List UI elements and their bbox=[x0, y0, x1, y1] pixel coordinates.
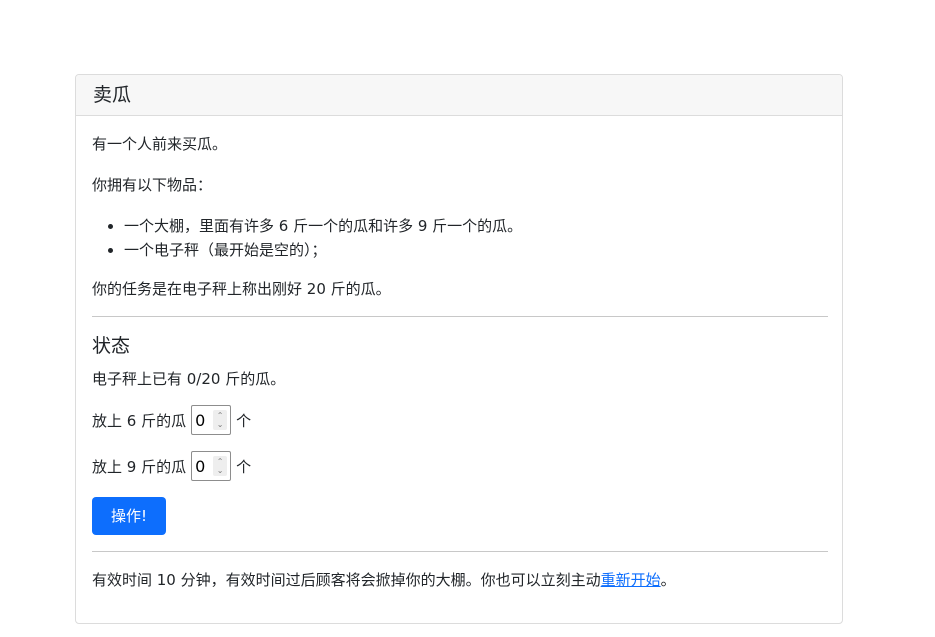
footer-message: 有效时间 10 分钟，有效时间过后顾客将会掀掉你的大棚。你也可以立刻主动 bbox=[92, 571, 601, 589]
row-9-jin: 放上 9 斤的瓜 0 ⌃ ⌄ 个 bbox=[92, 451, 251, 481]
count-6-value: 0 bbox=[195, 410, 206, 430]
row-9-label: 放上 9 斤的瓜 bbox=[92, 457, 187, 476]
divider bbox=[92, 316, 828, 317]
chevron-up-icon[interactable]: ⌃ bbox=[217, 411, 224, 420]
list-item: 一个电子秤（最开始是空的）； bbox=[124, 238, 522, 262]
operate-button[interactable]: 操作! bbox=[92, 497, 166, 535]
intro-line-1: 有一个人前来买瓜。 bbox=[92, 135, 228, 153]
chevron-down-icon[interactable]: ⌄ bbox=[217, 466, 224, 475]
footer-text: 有效时间 10 分钟，有效时间过后顾客将会掀掉你的大棚。你也可以立刻主动重新开始… bbox=[92, 570, 676, 590]
row-9-unit: 个 bbox=[236, 457, 252, 476]
chevron-down-icon[interactable]: ⌄ bbox=[217, 420, 224, 429]
status-heading: 状态 bbox=[92, 335, 131, 357]
footer-tail: 。 bbox=[660, 571, 676, 589]
task-text: 你的任务是在电子秤上称出刚好 20 斤的瓜。 bbox=[92, 280, 391, 298]
row-6-label: 放上 6 斤的瓜 bbox=[92, 411, 187, 430]
chevron-up-icon[interactable]: ⌃ bbox=[217, 457, 224, 466]
count-9-input[interactable]: 0 ⌃ ⌄ bbox=[191, 451, 232, 481]
count-6-input[interactable]: 0 ⌃ ⌄ bbox=[191, 405, 232, 435]
count-9-value: 0 bbox=[195, 456, 206, 476]
row-6-unit: 个 bbox=[236, 411, 252, 430]
melon-card: 卖瓜 有一个人前来买瓜。 你拥有以下物品： 一个大棚，里面有许多 6 斤一个的瓜… bbox=[75, 74, 843, 624]
list-item: 一个大棚，里面有许多 6 斤一个的瓜和许多 9 斤一个的瓜。 bbox=[124, 214, 522, 238]
spinner-icon[interactable]: ⌃ ⌄ bbox=[213, 456, 228, 476]
card-title: 卖瓜 bbox=[76, 75, 842, 116]
intro-line-2: 你拥有以下物品： bbox=[92, 176, 213, 194]
row-6-jin: 放上 6 斤的瓜 0 ⌃ ⌄ 个 bbox=[92, 405, 251, 435]
scale-status-text: 电子秤上已有 0/20 斤的瓜。 bbox=[92, 370, 286, 388]
restart-link[interactable]: 重新开始 bbox=[601, 571, 661, 589]
item-list: 一个大棚，里面有许多 6 斤一个的瓜和许多 9 斤一个的瓜。 一个电子秤（最开始… bbox=[92, 214, 522, 262]
spinner-icon[interactable]: ⌃ ⌄ bbox=[213, 410, 228, 430]
divider bbox=[92, 551, 828, 552]
